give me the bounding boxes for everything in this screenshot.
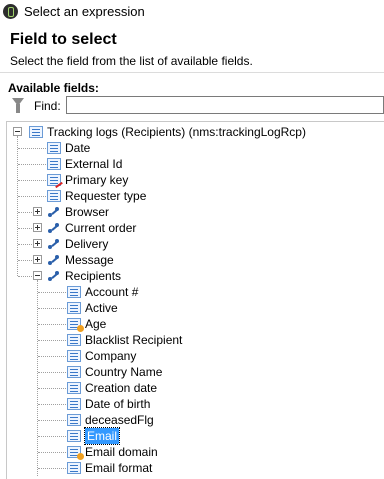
tree-item[interactable]: Company [7, 348, 377, 364]
link-icon-bar [51, 240, 58, 247]
tree-item-selected[interactable]: Email [7, 427, 377, 445]
link-icon [47, 270, 61, 282]
field-icon [67, 430, 81, 442]
link-icon-bar [51, 256, 58, 263]
tree-node-label: Recipients [65, 269, 122, 283]
expand-toggle-icon[interactable] [33, 207, 42, 216]
header-title: Field to select [10, 31, 117, 48]
tree-item[interactable]: Blacklist Recipient [7, 332, 377, 348]
tree-node-label: External Id [65, 157, 123, 171]
app-icon [3, 4, 18, 19]
tree-node-label: Primary key [65, 173, 129, 187]
tree-node-label: deceasedFlg [85, 413, 154, 427]
window-title: Select an expression [24, 4, 145, 19]
computed-field-icon [67, 318, 84, 332]
find-input[interactable] [66, 96, 384, 114]
tree-root[interactable]: Tracking logs (Recipients) (nms:tracking… [7, 124, 377, 140]
tree-node-label: Browser [65, 205, 110, 219]
field-icon [67, 414, 81, 426]
link-icon-bar [51, 224, 58, 231]
tree-item[interactable]: Browser [7, 204, 377, 220]
field-icon [67, 462, 81, 474]
tree-node-label: Company [85, 349, 137, 363]
available-fields-label: Available fields: [8, 81, 99, 95]
header-subtitle: Select the field from the list of availa… [10, 54, 253, 68]
tree-item[interactable]: Requester type [7, 188, 377, 204]
tree-node-label: Delivery [65, 237, 109, 251]
primary-key-field-icon [47, 174, 61, 186]
tree-item[interactable]: Date [7, 140, 377, 156]
tree-node-label: Requester type [65, 189, 147, 203]
tree-item[interactable]: Primary key [7, 172, 377, 188]
expand-toggle-icon[interactable] [33, 223, 42, 232]
field-icon [67, 398, 81, 410]
fields-tree[interactable]: Tracking logs (Recipients) (nms:tracking… [6, 121, 384, 479]
field-icon [67, 382, 81, 394]
tree-item[interactable]: Email format [7, 460, 377, 476]
filter-icon [12, 98, 24, 113]
tree-item[interactable]: Recipients [7, 268, 377, 284]
tree-node-label: Age [85, 317, 107, 331]
field-icon [67, 366, 81, 378]
tree-node-label: Current order [65, 221, 137, 235]
tree-item[interactable]: deceasedFlg [7, 412, 377, 428]
tree-node-label: Country Name [85, 365, 163, 379]
field-icon [47, 158, 61, 170]
find-bar: Find: [8, 95, 384, 117]
tree-item[interactable]: Country Name [7, 364, 377, 380]
tree-item[interactable]: Age [7, 316, 377, 332]
tree-item[interactable]: Date of birth [7, 396, 377, 412]
tree-node-label: Creation date [85, 381, 158, 395]
tree-node-label: Email format [85, 461, 153, 475]
tree-item[interactable]: Current order [7, 220, 377, 236]
tree-item[interactable]: Message [7, 252, 377, 268]
expand-toggle-icon[interactable] [33, 239, 42, 248]
tree-node-label: Blacklist Recipient [85, 333, 183, 347]
collapse-toggle-icon[interactable] [33, 271, 42, 280]
field-icon [67, 334, 81, 346]
collapse-toggle-icon[interactable] [13, 127, 22, 136]
tree-node-label: Date [65, 141, 91, 155]
tree-node-label: Email domain [85, 445, 158, 459]
tree-node-label: Message [65, 253, 114, 267]
field-icon [47, 190, 61, 202]
tree-node-label: Email [83, 427, 121, 445]
link-icon [47, 206, 61, 218]
tree-item[interactable]: Email domain [7, 444, 377, 460]
tree-node-label: Active [85, 301, 118, 315]
link-icon [47, 254, 61, 266]
tree-item[interactable]: Delivery [7, 236, 377, 252]
field-icon [67, 302, 81, 314]
tree-node-label: Account # [85, 285, 139, 299]
find-label: Find: [34, 99, 61, 113]
link-icon-bar [51, 272, 58, 279]
tree-item[interactable]: External Id [7, 156, 377, 172]
tree-item[interactable]: Account # [7, 284, 377, 300]
dialog-header: Field to select Select the field from th… [0, 24, 384, 73]
title-bar: Select an expression [0, 0, 384, 24]
field-icon [47, 142, 61, 154]
link-icon-bar [51, 208, 58, 215]
tree-node-label: Tracking logs (Recipients) (nms:tracking… [47, 125, 306, 139]
tree-item[interactable]: Creation date [7, 380, 377, 396]
field-icon [67, 350, 81, 362]
expand-toggle-icon[interactable] [33, 255, 42, 264]
computed-field-icon [67, 446, 84, 460]
field-icon [29, 126, 43, 138]
tree-node-label: Date of birth [85, 397, 151, 411]
field-icon [67, 286, 81, 298]
link-icon [47, 222, 61, 234]
tree-item[interactable]: Active [7, 300, 377, 316]
link-icon [47, 238, 61, 250]
